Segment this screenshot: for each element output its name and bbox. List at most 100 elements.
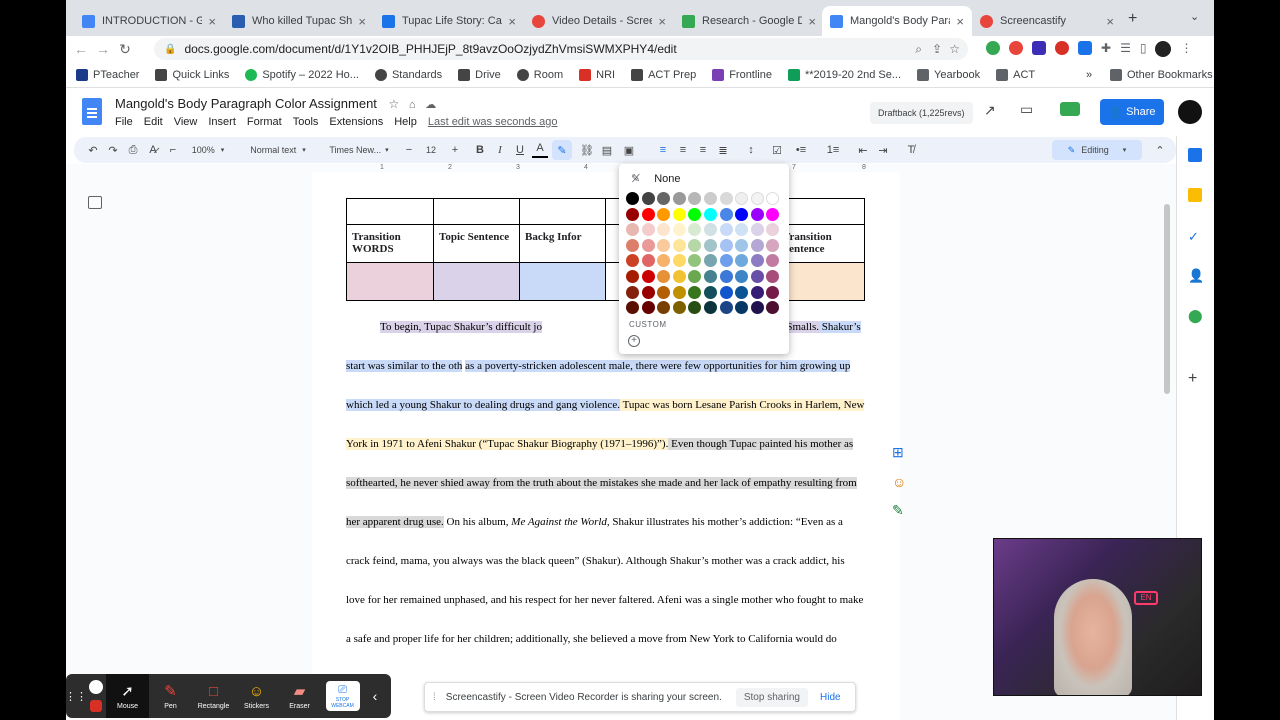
print-icon[interactable]: ⎙ [124,137,142,163]
bookmark-frontline[interactable]: Frontline [712,68,772,81]
link-icon[interactable]: ⛓ [578,137,596,163]
color-swatch[interactable] [766,223,780,237]
bookmark-room[interactable]: Room [516,68,563,81]
font-size-input[interactable]: 12 [416,137,446,163]
color-swatch[interactable] [735,285,749,299]
hide-button[interactable]: Hide [820,692,841,703]
side-panel-icon[interactable]: ▯ [1140,41,1147,57]
bookmark-drive[interactable]: Drive [458,68,501,81]
bookmark-star-icon[interactable]: ☆ [949,42,960,56]
color-swatch[interactable] [626,301,639,315]
text-color-icon[interactable]: A [532,140,548,158]
color-swatch-cell[interactable] [433,262,520,301]
color-swatch[interactable] [703,301,717,315]
color-swatch[interactable] [672,223,686,237]
bookmark-yearbook[interactable]: Yearbook [917,68,980,81]
webcam-overlay[interactable]: EN [993,538,1202,696]
color-swatch[interactable] [766,254,780,268]
color-swatch[interactable] [719,238,733,252]
menu-format[interactable]: Format [247,116,282,128]
clear-formatting-icon[interactable]: T̸ [902,137,920,163]
color-swatch[interactable] [703,223,717,237]
color-swatch[interactable] [766,207,780,221]
close-icon[interactable]: × [508,14,516,29]
table-cell[interactable] [346,198,434,225]
align-center-icon[interactable]: ≡ [674,137,692,163]
table-header-topic-sentence[interactable]: Topic Sentence [433,224,520,263]
move-folder-icon[interactable]: ⌂ [409,99,416,111]
tool-mouse[interactable]: ➚ Mouse [106,674,149,718]
color-swatch[interactable] [766,238,780,252]
color-swatch[interactable] [766,301,780,315]
numbered-list-icon[interactable]: 1≡ [822,137,844,163]
close-icon[interactable]: × [208,14,216,29]
color-swatch[interactable] [719,254,733,268]
menu-file[interactable]: File [115,116,133,128]
color-swatch[interactable] [672,192,686,205]
editing-mode-select[interactable]: ✎ Editing ▾ [1052,140,1142,160]
color-swatch[interactable] [626,207,639,221]
align-right-icon[interactable]: ≡ [694,137,712,163]
stop-sharing-button[interactable]: Stop sharing [735,687,808,707]
redo-icon[interactable]: ↷ [104,137,122,163]
account-avatar[interactable] [1178,100,1202,124]
color-swatch[interactable] [735,207,749,221]
color-swatch[interactable] [750,192,764,205]
palette-none-option[interactable]: ✎̸ None [631,172,681,186]
zoom-select[interactable]: 100% ▾ [188,137,228,163]
other-bookmarks[interactable]: Other Bookmarks [1110,68,1213,81]
style-select[interactable]: Normal text ▾ [242,137,314,163]
tasks-icon[interactable]: ✓ [1188,229,1199,245]
bookmark-act-prep[interactable]: ACT Prep [631,68,696,81]
color-swatch[interactable] [766,192,780,205]
highlight-color-icon[interactable]: ✎ [552,140,572,160]
document-outline-icon[interactable] [88,196,102,209]
color-swatch[interactable] [750,238,764,252]
line-spacing-icon[interactable]: ↕ [740,137,762,163]
color-swatch[interactable] [719,301,733,315]
color-swatch[interactable] [641,207,655,221]
color-swatch[interactable] [626,254,639,268]
table-cell[interactable] [433,198,520,225]
tab-introduction[interactable]: INTRODUCTION - Go × [74,6,224,36]
color-swatch[interactable] [688,192,702,205]
activity-trend-icon[interactable]: ↗ [984,102,996,119]
decrease-font-icon[interactable]: − [402,137,416,163]
color-swatch[interactable] [672,254,686,268]
color-swatch[interactable] [766,285,780,299]
color-swatch[interactable] [641,285,655,299]
body-paragraph[interactable]: To begin, Tupac Shakur’s difficult jooph… [346,308,866,659]
menu-view[interactable]: View [174,116,198,128]
increase-indent-icon[interactable]: ⇥ [874,137,892,163]
color-swatch[interactable] [735,223,749,237]
bulleted-list-icon[interactable]: •≡ [790,137,812,163]
bookmark-standards[interactable]: Standards [374,68,442,81]
close-icon[interactable]: × [658,14,666,29]
checklist-icon[interactable]: ☑ [766,137,788,163]
spellcheck-icon[interactable]: A̷ [144,137,162,163]
keep-icon[interactable] [1188,188,1202,202]
puzzle-icon[interactable]: ✚ [1101,41,1111,57]
font-select[interactable]: Times New... ▾ [326,137,392,163]
color-swatch[interactable] [688,301,702,315]
color-swatch[interactable] [688,223,702,237]
color-swatch[interactable] [626,269,639,283]
color-swatch[interactable] [672,269,686,283]
extension-icon[interactable] [1078,41,1092,55]
hide-menus-icon[interactable]: ⌃ [1152,137,1168,163]
color-swatch[interactable] [641,192,655,205]
color-swatch[interactable] [735,192,749,205]
italic-icon[interactable]: I [492,137,508,163]
last-edit-link[interactable]: Last edit was seconds ago [428,116,558,128]
color-swatch[interactable] [641,238,655,252]
color-swatch-cell[interactable] [777,262,865,301]
color-swatch[interactable] [688,238,702,252]
collapse-toolbar-icon[interactable]: ‹ [364,674,386,718]
color-swatch[interactable] [719,192,733,205]
share-button[interactable]: 👤 Share [1100,99,1164,125]
tool-eraser[interactable]: ▰ Eraser [278,674,321,718]
color-swatch[interactable] [688,207,702,221]
color-swatch[interactable] [657,207,671,221]
contacts-icon[interactable]: 👤 [1188,268,1204,284]
color-swatch[interactable] [626,285,639,299]
